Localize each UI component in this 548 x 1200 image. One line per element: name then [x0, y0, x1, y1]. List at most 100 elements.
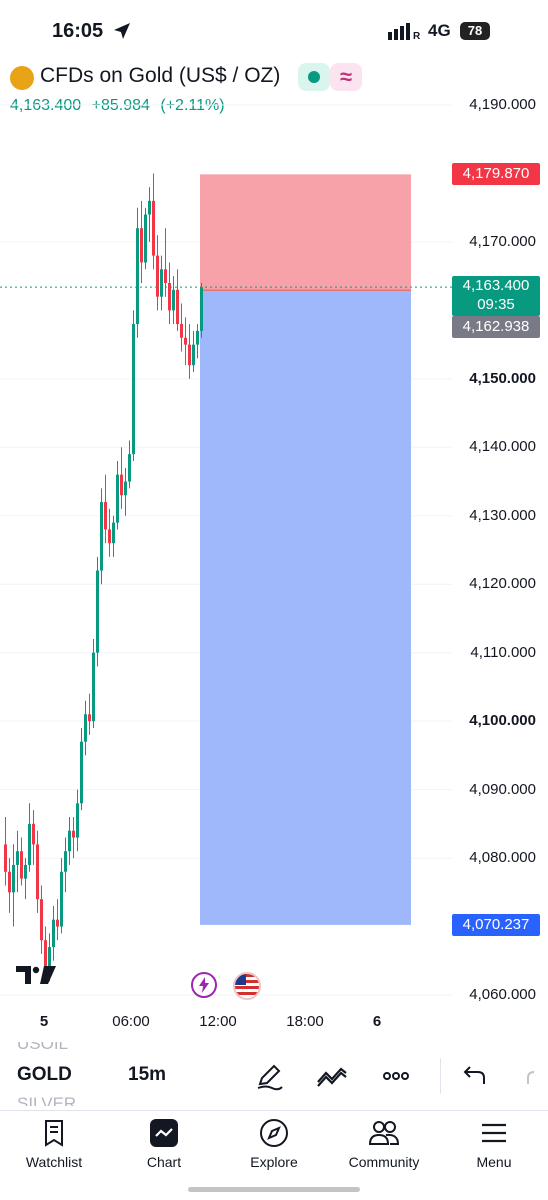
indicators-icon[interactable] — [314, 1058, 350, 1094]
us-flag-event-icon[interactable] — [233, 972, 261, 1000]
candle-body — [100, 502, 103, 571]
candle-body — [16, 851, 19, 865]
undo-icon[interactable] — [456, 1058, 492, 1094]
price-tick-label: 4,090.000 — [469, 780, 536, 798]
time-tick-label: 12:00 — [199, 1013, 237, 1030]
nav-chart[interactable]: Chart — [114, 1114, 214, 1174]
candle-body — [4, 844, 7, 872]
price-scale[interactable]: 4,190.000 4,170.000 4,150.000 4,140.000 4,13… — [452, 62, 548, 1008]
time-axis[interactable]: 5 06:00 12:00 18:00 6 — [0, 1008, 452, 1038]
community-icon — [368, 1121, 400, 1145]
stop-loss-zone — [200, 174, 411, 291]
candle-body — [172, 289, 175, 311]
status-bar: 16:05 R 4G 78 — [0, 0, 548, 62]
price-tick-label: 4,110.000 — [470, 643, 536, 661]
candle-body — [8, 871, 11, 893]
candle-body — [144, 214, 147, 263]
bar-countdown: 09:35 — [477, 296, 515, 314]
battery-level: 78 — [460, 22, 490, 40]
price-tick-label: 4,080.000 — [469, 849, 536, 867]
time-tick-label: 06:00 — [112, 1013, 150, 1030]
candle-body — [68, 830, 71, 852]
lightning-event-icon[interactable] — [191, 972, 217, 998]
candle-body — [136, 228, 139, 325]
nav-menu[interactable]: Menu — [444, 1114, 544, 1174]
stop-loss-price-label: 4,179.870 — [452, 163, 540, 186]
candle-body — [108, 529, 111, 544]
price-tick-label: 4,130.000 — [469, 506, 536, 524]
price-tick-label: 4,150.000 — [469, 369, 536, 387]
candle-body — [120, 474, 123, 496]
nav-community-label: Community — [348, 1154, 420, 1170]
candle-body — [12, 864, 15, 893]
hamburger-menu-icon — [482, 1123, 506, 1143]
candle-body — [20, 851, 23, 879]
candle-body — [28, 823, 31, 865]
candle-body — [84, 714, 87, 742]
candle-body — [40, 899, 43, 941]
candle-body — [140, 228, 143, 263]
more-options-icon[interactable] — [378, 1058, 414, 1094]
next-symbol[interactable]: SILVER — [17, 1094, 76, 1106]
candle-body — [124, 481, 127, 496]
compass-icon — [260, 1119, 288, 1147]
take-profit-price-label: 4,070.237 — [452, 913, 540, 936]
candle-body — [88, 714, 91, 722]
take-profit-zone — [200, 290, 411, 925]
interval-selector[interactable]: 15m — [128, 1064, 166, 1086]
candle-body — [76, 803, 79, 838]
last-price-label: 4,163.400 09:35 — [452, 276, 540, 317]
status-time: 16:05 — [52, 20, 104, 42]
candle-body — [96, 570, 99, 653]
candle-body — [32, 823, 35, 845]
nav-watchlist[interactable]: Watchlist — [4, 1114, 104, 1174]
time-tick-label: 5 — [39, 1013, 49, 1030]
price-tick-label: 4,100.000 — [469, 712, 536, 730]
candle-body — [192, 344, 195, 366]
candle-body — [148, 200, 151, 215]
candle-body — [56, 919, 59, 927]
entry-price-label: 4,162.938 — [452, 316, 540, 339]
candle-body — [152, 200, 155, 256]
candle-body — [160, 269, 163, 297]
price-tick-label: 4,140.000 — [469, 438, 536, 456]
candle-body — [36, 844, 39, 900]
nav-menu-label: Menu — [476, 1154, 512, 1170]
candle-body — [116, 474, 119, 523]
svg-text:R: R — [413, 31, 421, 40]
nav-explore[interactable]: Explore — [224, 1114, 324, 1174]
price-tick-label: 4,170.000 — [469, 232, 536, 250]
redo-icon[interactable] — [524, 1058, 548, 1094]
time-tick-label: 6 — [372, 1013, 382, 1030]
home-indicator — [188, 1187, 360, 1192]
nav-explore-label: Explore — [250, 1154, 298, 1170]
candle-body — [52, 919, 55, 948]
nav-community[interactable]: Community — [334, 1114, 434, 1174]
chart-icon — [150, 1119, 178, 1147]
candle-body — [64, 851, 67, 872]
candle-body — [164, 269, 167, 283]
candle-body — [200, 287, 203, 331]
price-tick-label: 4,190.000 — [469, 96, 536, 113]
nav-watchlist-label: Watchlist — [25, 1154, 83, 1170]
current-symbol[interactable]: GOLD — [17, 1064, 72, 1086]
bottom-nav-divider — [0, 1110, 548, 1111]
candle-body — [60, 871, 63, 927]
toolbar-divider — [440, 1058, 441, 1094]
last-price-value: 4,163.400 — [462, 277, 530, 295]
candle-body — [176, 289, 179, 325]
location-arrow-icon — [114, 23, 130, 39]
price-tick-label: 4,120.000 — [469, 575, 536, 593]
candle-body — [112, 522, 115, 544]
price-chart[interactable] — [0, 62, 452, 1008]
candle-body — [72, 830, 75, 838]
nav-chart-label: Chart — [146, 1154, 182, 1170]
candle-body — [24, 864, 27, 879]
watchlist-icon — [45, 1120, 63, 1147]
network-type: 4G — [428, 21, 451, 40]
candle-body — [188, 344, 191, 366]
price-tick-label: 4,060.000 — [469, 986, 536, 1003]
draw-pen-icon[interactable] — [252, 1058, 288, 1094]
candle-body — [80, 741, 83, 804]
tradingview-logo-icon — [16, 966, 56, 984]
